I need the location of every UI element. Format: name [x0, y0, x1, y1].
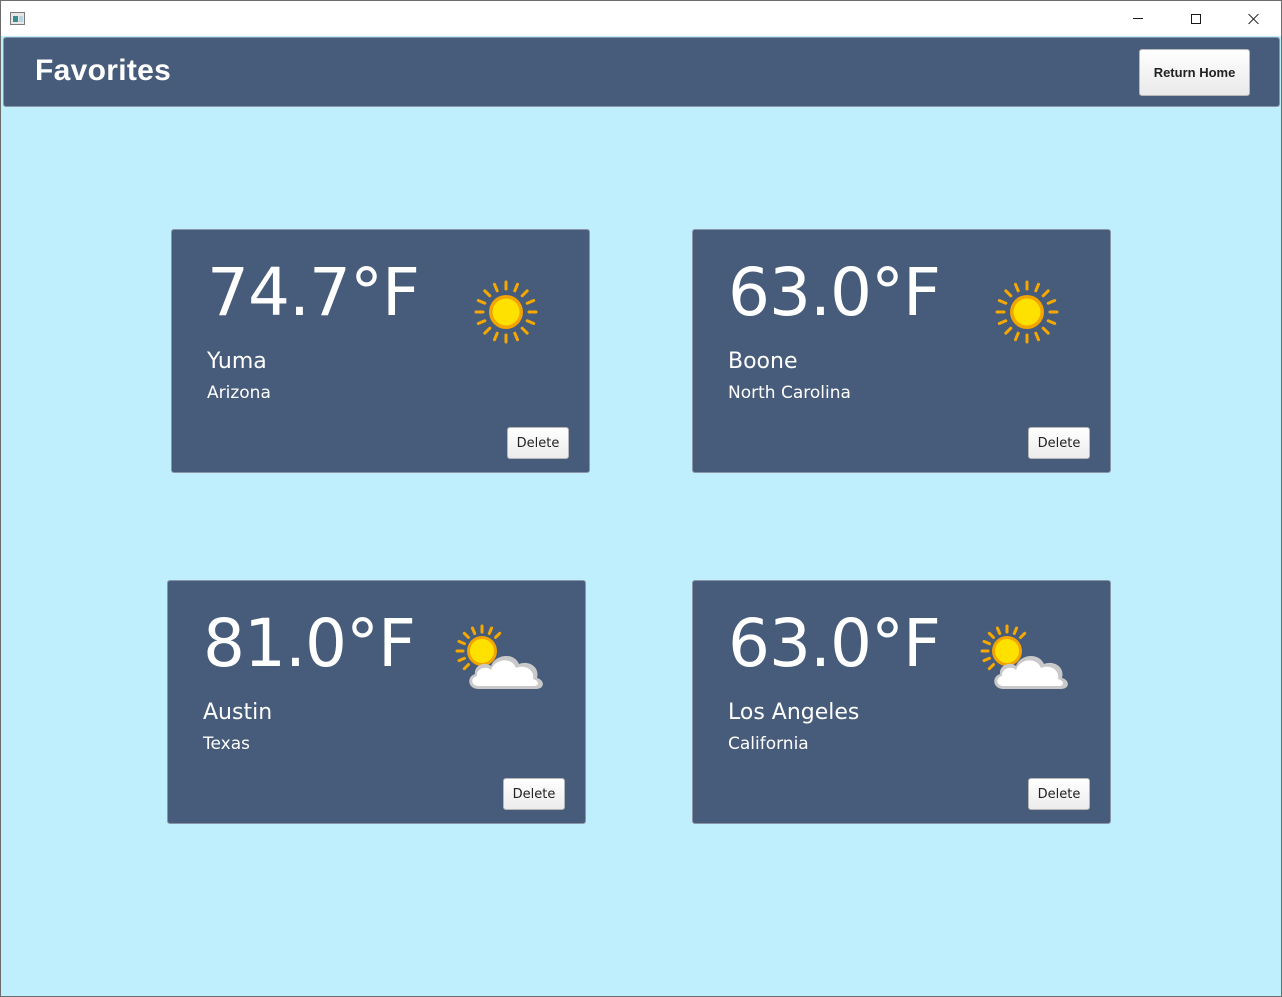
city-name: Boone — [728, 349, 798, 374]
favorite-card: 74.7°F Yuma Arizona Delete — [171, 229, 590, 473]
partly-cloudy-icon — [455, 624, 543, 689]
close-button[interactable] — [1225, 1, 1282, 36]
favorite-card: 81.0°F Austin Texas Delete — [167, 580, 586, 824]
minimize-icon — [1133, 18, 1143, 19]
delete-button[interactable]: Delete — [1028, 778, 1090, 810]
city-name: Austin — [203, 700, 273, 725]
state-name: California — [728, 734, 809, 754]
city-name: Los Angeles — [728, 700, 860, 725]
sun-icon — [995, 280, 1059, 344]
close-icon — [1248, 13, 1260, 25]
temperature: 63.0°F — [728, 605, 941, 682]
delete-button[interactable]: Delete — [503, 778, 565, 810]
partly-cloudy-icon — [980, 624, 1068, 689]
favorite-card: 63.0°F Boone North Carolina Delete — [692, 229, 1111, 473]
delete-button[interactable]: Delete — [507, 427, 569, 459]
maximize-icon — [1191, 13, 1201, 24]
minimize-button[interactable] — [1109, 1, 1167, 36]
state-name: North Carolina — [728, 383, 851, 403]
state-name: Arizona — [207, 383, 271, 403]
delete-button[interactable]: Delete — [1028, 427, 1090, 459]
temperature: 81.0°F — [203, 605, 416, 682]
app-icon — [10, 12, 25, 25]
header-bar: Favorites Return Home — [3, 37, 1280, 107]
app-window: Favorites Return Home 74.7°F Yuma Arizon… — [0, 0, 1282, 997]
title-bar — [1, 1, 1281, 36]
city-name: Yuma — [207, 349, 267, 374]
favorite-card: 63.0°F Los Angeles California Delete — [692, 580, 1111, 824]
temperature: 63.0°F — [728, 254, 941, 331]
return-home-button[interactable]: Return Home — [1139, 49, 1250, 96]
sun-icon — [474, 280, 538, 344]
state-name: Texas — [203, 734, 250, 754]
temperature: 74.7°F — [207, 254, 420, 331]
maximize-button[interactable] — [1167, 1, 1225, 36]
page-title: Favorites — [35, 54, 172, 87]
